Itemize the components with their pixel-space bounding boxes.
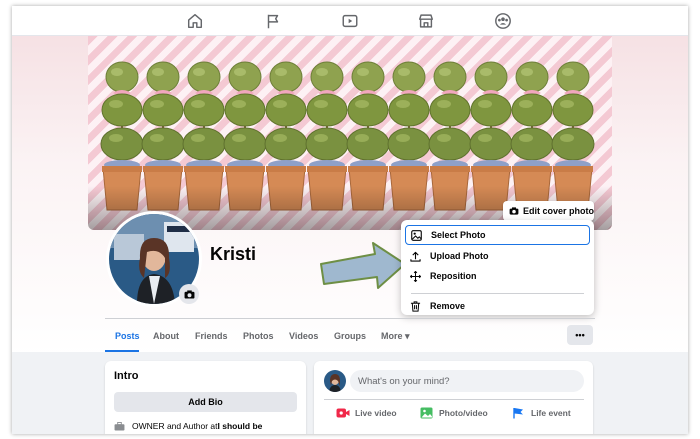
camera-icon [184,289,194,299]
screenshot-frame: Edit cover photo Kristi Select Photo Upl… [0,0,700,439]
top-navigation [12,6,688,36]
tab-more[interactable]: More ▾ [381,331,410,342]
life-event-label: Life event [531,408,571,418]
live-video-button[interactable]: Live video [336,407,397,419]
menu-item-upload-photo[interactable]: Upload Photo [405,246,590,266]
photo-video-icon [420,407,433,419]
home-icon[interactable] [186,12,204,30]
profile-tabs: Posts About Friends Photos Videos Groups… [105,318,595,352]
tab-videos[interactable]: Videos [289,331,318,341]
life-event-icon [513,408,523,419]
post-composer: What's on your mind? Live video Photo/vi… [314,361,593,434]
menu-item-remove[interactable]: Remove [405,296,590,316]
camera-icon [509,207,519,215]
whats-on-your-mind-input[interactable]: What's on your mind? [350,370,584,392]
menu-item-label: Upload Photo [430,251,489,261]
tab-about[interactable]: About [153,331,179,341]
composer-divider [324,399,584,400]
composer-avatar [324,370,346,392]
flag-icon[interactable] [264,12,282,30]
tab-photos[interactable]: Photos [243,331,274,341]
upload-icon [410,251,421,262]
menu-item-reposition[interactable]: Reposition [405,266,590,286]
intro-work-line: OWNER and Author at I should be [114,421,262,431]
edit-cover-photo-button[interactable]: Edit cover photo [503,201,594,221]
tab-posts[interactable]: Posts [115,331,140,341]
photo-video-label: Photo/video [439,408,488,418]
briefcase-icon [114,421,125,431]
select-photo-icon [411,229,422,241]
cover-photo-menu: Select Photo Upload Photo Reposition Rem… [401,220,594,315]
add-bio-button[interactable]: Add Bio [114,392,297,412]
live-video-icon [336,408,350,418]
menu-divider [411,293,584,294]
photo-video-button[interactable]: Photo/video [420,407,488,419]
profile-name: Kristi [210,244,257,264]
trash-icon [410,300,421,312]
groups-icon[interactable] [494,12,512,30]
intro-card: Intro Add Bio OWNER and Author at I shou… [105,361,306,434]
move-icon [410,270,421,282]
facebook-profile-page: Edit cover photo Kristi Select Photo Upl… [12,6,688,434]
marketplace-icon[interactable] [417,12,435,30]
intro-work-text: OWNER and Author at [132,421,218,431]
live-video-label: Live video [355,408,397,418]
update-profile-picture-button[interactable] [179,284,199,304]
menu-item-select-photo[interactable]: Select Photo [405,225,590,245]
annotation-arrow-icon [320,242,406,289]
intro-title: Intro [114,370,139,382]
menu-item-label: Reposition [430,271,477,281]
menu-item-label: Select Photo [431,230,486,240]
menu-item-label: Remove [430,301,466,311]
life-event-button[interactable]: Life event [512,407,571,419]
intro-work-link[interactable]: I should be [218,421,263,431]
tab-friends[interactable]: Friends [195,331,228,341]
video-icon[interactable] [341,12,359,30]
arrow-shape [320,242,406,289]
tab-groups[interactable]: Groups [334,331,366,341]
more-options-button[interactable]: ••• [567,325,593,345]
edit-cover-label: Edit cover photo [523,206,595,216]
